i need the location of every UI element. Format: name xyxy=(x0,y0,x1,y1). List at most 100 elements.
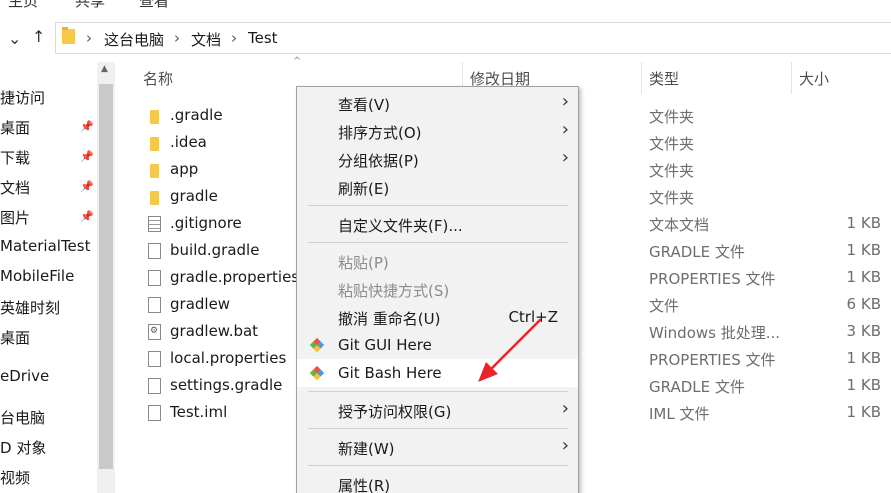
menu-item-refresh[interactable]: 刷新(E) xyxy=(297,173,578,201)
chevron-right-icon: › xyxy=(561,91,569,112)
nav-scrollbar[interactable]: ▲ xyxy=(97,62,115,493)
column-divider[interactable] xyxy=(641,62,642,94)
pin-icon: 📌 xyxy=(80,180,94,193)
menu-item-label: 属性(R) xyxy=(338,477,391,493)
file-size: 1 KB xyxy=(846,376,881,394)
column-header-name[interactable]: 名称 xyxy=(143,68,173,89)
file-name: .gradle xyxy=(170,106,223,124)
menu-separator xyxy=(308,242,568,243)
menu-item-view[interactable]: 查看(V) › xyxy=(297,89,578,117)
file-type: 文件夹 xyxy=(649,135,695,153)
nav-item-this-pc[interactable]: 台电脑 xyxy=(0,407,45,428)
menu-item-properties[interactable]: 属性(R) xyxy=(297,470,578,493)
menu-item-label: 排序方式(O) xyxy=(338,124,422,142)
nav-item-desktop-2[interactable]: 桌面 xyxy=(0,327,30,348)
file-name: .idea xyxy=(170,133,207,151)
menu-separator xyxy=(308,205,568,206)
scroll-up-icon[interactable]: ▲ xyxy=(101,64,108,74)
chevron-down-icon[interactable]: ⌄ xyxy=(8,29,21,48)
file-type: 文件夹 xyxy=(649,162,695,180)
menu-item-grant-access[interactable]: 授予访问权限(G) › xyxy=(297,396,578,424)
annotation-arrow xyxy=(478,318,542,382)
text-file-icon xyxy=(148,216,161,232)
folder-icon xyxy=(150,164,159,178)
column-header-type[interactable]: 类型 xyxy=(649,68,679,89)
menu-separator xyxy=(308,391,568,392)
sort-ascending-icon: ^ xyxy=(293,56,302,67)
chevron-right-icon: › xyxy=(561,147,569,168)
menu-item-sort[interactable]: 排序方式(O) › xyxy=(297,117,578,145)
menu-item-new[interactable]: 新建(W) › xyxy=(297,433,578,461)
file-name: gradle xyxy=(170,187,218,205)
nav-item-documents[interactable]: 文档 xyxy=(0,177,30,198)
chevron-right-icon: › xyxy=(561,435,569,456)
column-divider[interactable] xyxy=(791,62,792,94)
file-name: build.gradle xyxy=(170,241,260,259)
menu-item-label: 授予访问权限(G) xyxy=(338,403,452,421)
file-type: PROPERTIES 文件 xyxy=(649,270,776,288)
file-type: 文件夹 xyxy=(649,108,695,126)
menu-item-label: 自定义文件夹(F)... xyxy=(338,217,463,235)
menu-item-label: 分组依据(P) xyxy=(338,152,419,170)
chevron-right-icon: › xyxy=(561,119,569,140)
git-icon xyxy=(309,365,325,381)
ribbon-tab-view[interactable]: 查看 xyxy=(139,0,169,11)
context-menu: 查看(V) › 排序方式(O) › 分组依据(P) › 刷新(E) 自定义文件夹… xyxy=(296,86,579,493)
file-name: settings.gradle xyxy=(170,376,283,394)
file-icon xyxy=(148,243,161,259)
nav-item-quick-access[interactable]: 捷访问 xyxy=(0,87,45,108)
breadcrumb-documents[interactable]: 文档 xyxy=(191,29,221,50)
file-icon xyxy=(148,270,161,286)
menu-separator xyxy=(308,428,568,429)
breadcrumb-test[interactable]: Test xyxy=(248,29,278,47)
file-size: 1 KB xyxy=(846,349,881,367)
nav-item-downloads[interactable]: 下载 xyxy=(0,147,30,168)
file-name: local.properties xyxy=(170,349,287,367)
nav-item-3d-objects[interactable]: D 对象 xyxy=(0,437,46,458)
breadcrumb-this-pc[interactable]: 这台电脑 xyxy=(104,29,164,50)
chevron-right-icon[interactable]: › xyxy=(231,29,237,47)
pin-icon: 📌 xyxy=(80,210,94,223)
file-name: Test.iml xyxy=(170,403,228,421)
menu-item-customize-folder[interactable]: 自定义文件夹(F)... xyxy=(297,210,578,238)
menu-item-label: 查看(V) xyxy=(338,96,390,114)
file-type: IML 文件 xyxy=(649,405,710,423)
menu-item-group[interactable]: 分组依据(P) › xyxy=(297,145,578,173)
file-type: 文件 xyxy=(649,297,680,315)
batch-file-icon xyxy=(148,324,161,340)
menu-item-label: 刷新(E) xyxy=(338,180,390,198)
menu-item-paste: 粘贴(P) xyxy=(297,247,578,275)
file-size: 3 KB xyxy=(846,322,881,340)
column-header-size[interactable]: 大小 xyxy=(799,68,829,89)
nav-item-desktop[interactable]: 桌面 xyxy=(0,117,30,138)
menu-item-label: 撤消 重命名(U) xyxy=(338,310,441,328)
file-type: Windows 批处理... xyxy=(649,324,781,342)
chevron-right-icon[interactable]: › xyxy=(174,29,180,47)
folder-icon xyxy=(150,110,159,124)
nav-item-mobilefile[interactable]: MobileFile xyxy=(0,267,74,285)
file-type: 文件夹 xyxy=(649,189,695,207)
file-name: gradlew.bat xyxy=(170,322,259,340)
nav-item-materialtest[interactable]: MaterialTest xyxy=(0,237,90,255)
nav-item-hero-moments[interactable]: 英雄时刻 xyxy=(0,297,60,318)
file-size: 1 KB xyxy=(846,268,881,286)
scrollbar-thumb[interactable] xyxy=(99,84,113,469)
file-name: .gitignore xyxy=(170,214,242,232)
nav-item-videos[interactable]: 视频 xyxy=(0,467,30,488)
file-type: GRADLE 文件 xyxy=(649,378,745,396)
file-icon xyxy=(148,378,161,394)
address-bar[interactable] xyxy=(55,22,891,54)
file-type: PROPERTIES 文件 xyxy=(649,351,776,369)
chevron-right-icon[interactable]: › xyxy=(86,29,92,47)
file-size: 1 KB xyxy=(846,241,881,259)
up-arrow-icon[interactable]: ↑ xyxy=(32,27,45,46)
ribbon-tab-home[interactable]: 主页 xyxy=(8,0,38,11)
file-name: gradle.properties xyxy=(170,268,300,286)
nav-item-pictures[interactable]: 图片 xyxy=(0,207,30,228)
menu-item-label: 粘贴(P) xyxy=(338,254,389,272)
ribbon-tab-share[interactable]: 共享 xyxy=(75,0,105,11)
file-size: 1 KB xyxy=(846,214,881,232)
nav-item-onedrive[interactable]: eDrive xyxy=(0,367,49,385)
git-icon xyxy=(309,337,325,353)
menu-separator xyxy=(308,465,568,466)
